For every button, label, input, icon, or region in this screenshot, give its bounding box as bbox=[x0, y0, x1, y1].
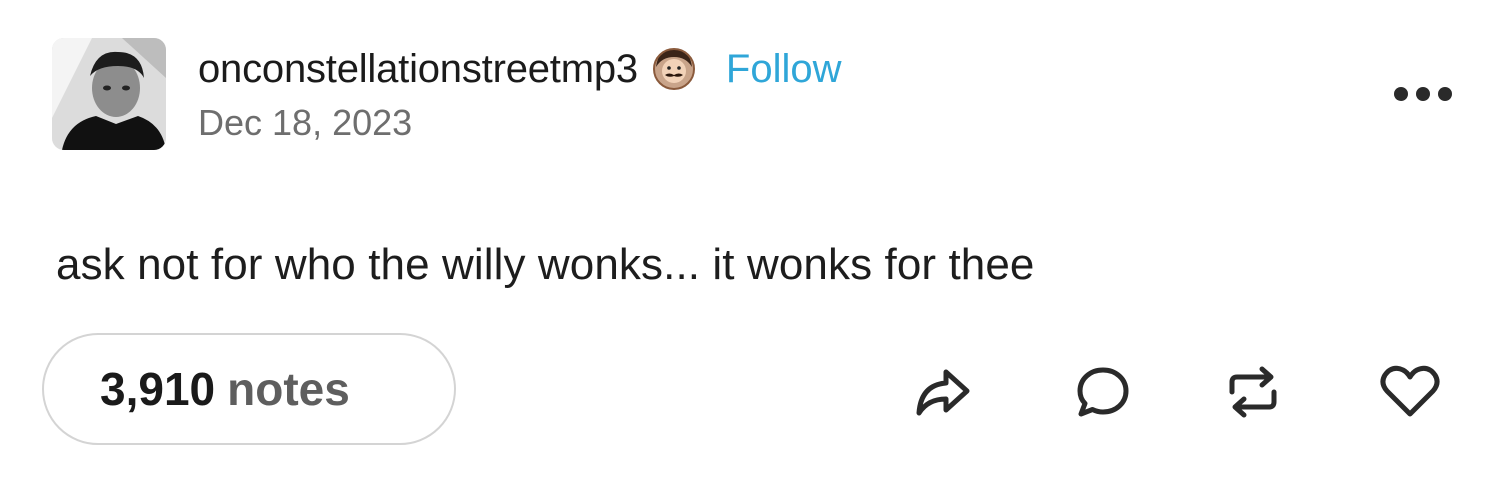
post-header: onconstellationstreetmp3 Follow Dec 18, … bbox=[52, 38, 842, 150]
follow-button[interactable]: Follow bbox=[726, 47, 842, 92]
author-row: onconstellationstreetmp3 Follow bbox=[198, 38, 842, 100]
post-actions bbox=[0, 361, 1505, 423]
username[interactable]: onconstellationstreetmp3 bbox=[198, 47, 638, 92]
more-dot bbox=[1438, 87, 1452, 101]
more-options-icon[interactable] bbox=[1394, 83, 1452, 105]
mustache-face-badge-icon bbox=[652, 47, 696, 91]
more-dot bbox=[1394, 87, 1408, 101]
post-text: ask not for who the willy wonks... it wo… bbox=[56, 240, 1035, 289]
post-date: Dec 18, 2023 bbox=[198, 102, 413, 143]
more-dot bbox=[1416, 87, 1430, 101]
reblog-icon[interactable] bbox=[1222, 361, 1284, 423]
avatar[interactable] bbox=[52, 38, 166, 150]
share-icon[interactable] bbox=[912, 361, 974, 423]
author-block: onconstellationstreetmp3 Follow Dec 18, … bbox=[198, 38, 842, 144]
like-icon[interactable] bbox=[1379, 361, 1441, 423]
reply-icon[interactable] bbox=[1072, 361, 1134, 423]
